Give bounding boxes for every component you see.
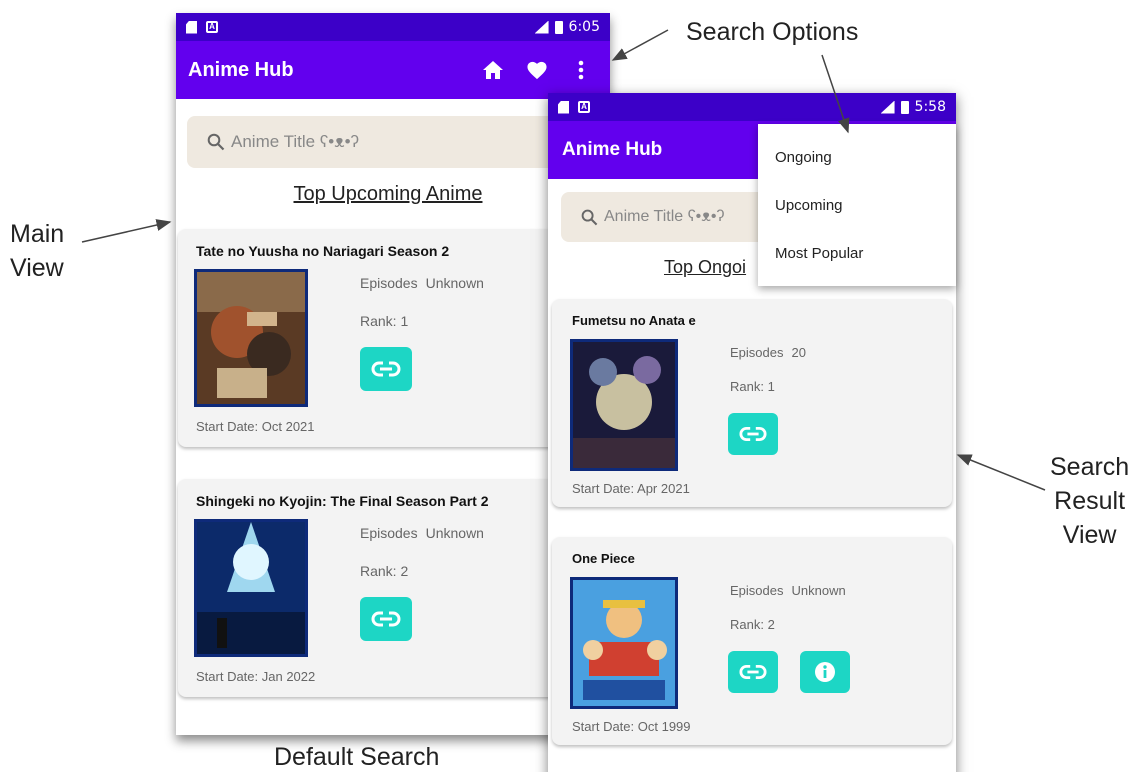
anime-poster <box>194 519 308 657</box>
episodes-label: Episodes <box>730 345 784 360</box>
anime-title: Tate no Yuusha no Nariagari Season 2 <box>196 243 450 259</box>
battery-icon <box>554 20 563 34</box>
search-input[interactable]: Anime Title ʕ•ᴥ•ʔ <box>187 116 587 168</box>
rank-value: Rank: 2 <box>360 563 409 579</box>
rank-value: Rank: 2 <box>730 617 775 632</box>
annotation-line: View <box>1062 521 1117 549</box>
app-title: Anime Hub <box>188 58 294 81</box>
start-date: Start Date: Oct 2021 <box>196 419 315 434</box>
anime-poster <box>570 339 678 471</box>
link-icon <box>371 361 401 377</box>
anime-poster <box>570 577 678 709</box>
notification-icon: A <box>206 21 218 33</box>
link-icon <box>739 664 767 680</box>
episodes-label: Episodes <box>360 275 418 291</box>
start-date: Start Date: Jan 2022 <box>196 669 316 684</box>
search-icon <box>207 133 225 151</box>
annotation-line: Result <box>1054 487 1126 515</box>
episodes-value: Unknown <box>425 275 484 291</box>
info-button[interactable] <box>800 651 850 693</box>
sd-card-icon <box>558 100 569 114</box>
menu-item-upcoming[interactable]: Upcoming <box>775 197 843 214</box>
start-date: Start Date: Oct 1999 <box>572 719 691 734</box>
anime-title: Fumetsu no Anata e <box>572 313 696 328</box>
arrow-search-options-phone <box>611 29 669 61</box>
link-button[interactable] <box>360 597 412 641</box>
status-time: 5:58 <box>914 99 946 115</box>
battery-icon <box>900 100 909 114</box>
link-icon <box>371 611 401 627</box>
status-bar: A 5:58 <box>548 93 956 121</box>
home-icon[interactable] <box>482 59 504 81</box>
status-time: 6:05 <box>568 19 600 35</box>
episodes-label: Episodes <box>360 525 418 541</box>
annotation-main-view: Main View <box>10 217 64 285</box>
section-title: Top Ongoi <box>664 257 747 277</box>
anime-poster <box>194 269 308 407</box>
section-title: Top Upcoming Anime <box>293 183 483 205</box>
arrow-main-view <box>81 219 172 243</box>
search-placeholder: Anime Title ʕ•ᴥ•ʔ <box>604 208 725 225</box>
start-date: Start Date: Apr 2021 <box>572 481 690 496</box>
menu-item-ongoing[interactable]: Ongoing <box>775 149 832 166</box>
anime-card[interactable]: One Piece Episodes Unknown Rank: 2 Start … <box>552 537 952 745</box>
heart-icon[interactable] <box>526 59 548 81</box>
search-placeholder: Anime Title ʕ•ᴥ•ʔ <box>231 132 360 151</box>
signal-icon <box>880 100 895 114</box>
sd-card-icon <box>186 20 197 34</box>
rank-value: Rank: 1 <box>730 379 775 394</box>
app-bar: Anime Hub <box>176 41 610 99</box>
signal-icon <box>534 20 549 34</box>
link-button[interactable] <box>728 651 778 693</box>
episodes-value: 20 <box>791 345 806 360</box>
rank-value: Rank: 1 <box>360 313 409 329</box>
episodes-value: Unknown <box>791 583 846 598</box>
annotation-line: Main <box>10 220 65 248</box>
anime-card[interactable]: Shingeki no Kyojin: The Final Season Par… <box>178 479 588 697</box>
anime-card[interactable]: Fumetsu no Anata e Episodes 20 Rank: 1 St… <box>552 299 952 507</box>
menu-item-most-popular[interactable]: Most Popular <box>775 245 863 262</box>
episodes-label: Episodes <box>730 583 784 598</box>
info-icon <box>815 662 835 682</box>
link-button[interactable] <box>360 347 412 391</box>
episodes-value: Unknown <box>425 525 484 541</box>
status-bar: A 6:05 <box>176 13 610 41</box>
link-icon <box>739 426 767 442</box>
more-vert-icon[interactable] <box>570 59 592 81</box>
annotation-line: View <box>10 254 64 282</box>
anime-title: Shingeki no Kyojin: The Final Season Par… <box>196 493 489 509</box>
app-title: Anime Hub <box>562 139 663 160</box>
annotation-search-result-view: Search Result View <box>1050 450 1129 552</box>
search-options-menu: Ongoing Upcoming Most Popular <box>758 124 956 286</box>
annotation-search-options: Search Options <box>686 18 859 46</box>
arrow-search-result-view <box>956 454 1046 491</box>
link-button[interactable] <box>728 413 778 455</box>
notification-icon: A <box>578 101 590 113</box>
annotation-line: Search <box>1050 453 1130 481</box>
main-view-screen: A 6:05 Anime Hub Anime Title ʕ•ᴥ•ʔ Top U… <box>176 13 610 735</box>
search-icon <box>581 209 598 225</box>
anime-title: One Piece <box>572 551 635 566</box>
anime-card[interactable]: Tate no Yuusha no Nariagari Season 2 Epi… <box>178 229 588 447</box>
annotation-default-search: Default Search <box>274 743 440 771</box>
